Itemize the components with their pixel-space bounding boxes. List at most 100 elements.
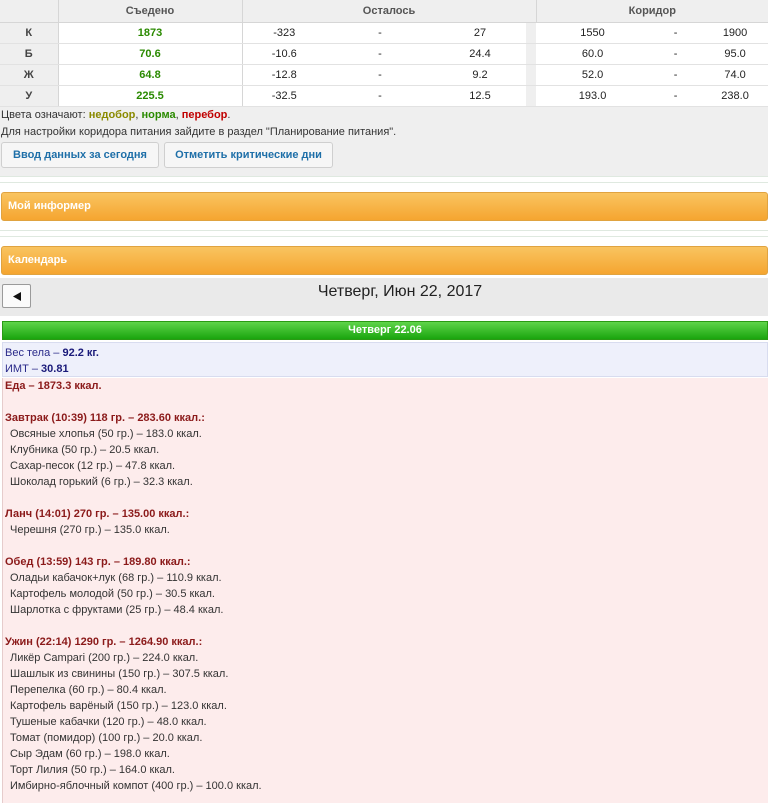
weight-sep: – xyxy=(50,347,63,359)
header-remaining: Осталось xyxy=(242,0,537,23)
food-item: Сыр Эдам (60 гр.) – 198.0 ккал. xyxy=(10,748,170,760)
food-item: Торт Лилия (50 гр.) – 164.0 ккал. xyxy=(10,764,175,776)
spacer-cell xyxy=(526,22,537,44)
eaten-value: 225.5 xyxy=(58,85,243,107)
previous-day-button[interactable] xyxy=(2,284,31,308)
bmi-value: 30.81 xyxy=(41,363,69,375)
eaten-value: 70.6 xyxy=(58,43,243,65)
eaten-value: 1873 xyxy=(58,22,243,44)
weight-label: Вес тела xyxy=(5,347,51,359)
remaining-to: 9.2 xyxy=(434,64,526,86)
nutrition-row: К 1873 -323-27 1550-1900 xyxy=(0,22,768,44)
remaining-separator: - xyxy=(326,43,434,65)
remaining-from: -323 xyxy=(242,22,326,44)
row-label: Б xyxy=(0,43,59,65)
corridor-hint: Для настройки коридора питания зайдите в… xyxy=(1,126,397,138)
food-item: Тушеные кабачки (120 гр.) – 48.0 ккал. xyxy=(10,716,207,728)
calendar-date-title: Четверг, Июн 22, 2017 xyxy=(317,283,483,300)
corridor-from: 52.0 xyxy=(536,64,650,86)
food-item: Томат (помидор) (100 гр.) – 20.0 ккал. xyxy=(10,732,203,744)
header-eaten: Съедено xyxy=(58,0,243,23)
food-log: Еда – 1873.3 ккал. Завтрак (10:39) 118 гр… xyxy=(2,378,768,803)
corridor-from: 1550 xyxy=(536,22,650,44)
meal-header: Завтрак (10:39) 118 гр. – 283.60 ккал.: xyxy=(5,412,205,424)
remaining-separator: - xyxy=(326,22,434,44)
food-item: Оладьи кабачок+лук (68 гр.) – 110.9 ккал… xyxy=(10,572,222,584)
row-label: К xyxy=(0,22,59,44)
row-label: Ж xyxy=(0,64,59,86)
nutrition-summary: Съедено Осталось Коридор К 1873 -323-27 155… xyxy=(0,0,768,176)
my-informer-title: Мой информер xyxy=(8,200,91,212)
remaining-to: 12.5 xyxy=(434,85,526,107)
remaining-to: 24.4 xyxy=(434,43,526,65)
meal-header: Ланч (14:01) 270 гр. – 135.00 ккал.: xyxy=(5,508,190,520)
corridor-separator: - xyxy=(649,64,703,86)
corridor-to: 95.0 xyxy=(702,43,768,65)
meal-header: Ужин (22:14) 1290 гр. – 1264.90 ккал.: xyxy=(5,636,203,648)
meal-header: Обед (13:59) 143 гр. – 189.80 ккал.: xyxy=(5,556,191,568)
my-informer-panel[interactable]: Мой информер xyxy=(1,192,768,221)
divider xyxy=(0,236,768,237)
corridor-separator: - xyxy=(649,85,703,107)
weight-line: Вес тела – 92.2 кг. xyxy=(5,345,767,361)
food-item: Шарлотка с фруктами (25 гр.) – 48.4 ккал… xyxy=(10,604,224,616)
legend-under: недобор xyxy=(88,109,136,121)
bmi-line: ИМТ – 30.81 xyxy=(5,361,767,377)
bmi-label: ИМТ xyxy=(5,363,29,375)
calendar-panel[interactable]: Календарь xyxy=(1,246,768,275)
eaten-value: 64.8 xyxy=(58,64,243,86)
food-item: Перепелка (60 гр.) – 80.4 ккал. xyxy=(10,684,167,696)
corridor-to: 1900 xyxy=(702,22,768,44)
food-total: Еда – 1873.3 ккал. xyxy=(5,380,102,392)
body-metrics: Вес тела – 92.2 кг. ИМТ – 30.81 xyxy=(2,342,768,377)
corridor-to: 238.0 xyxy=(702,85,768,107)
food-item: Картофель молодой (50 гр.) – 30.5 ккал. xyxy=(10,588,215,600)
divider xyxy=(0,230,768,231)
food-item: Сахар-песок (12 гр.) – 47.8 ккал. xyxy=(10,460,176,472)
corridor-from: 193.0 xyxy=(536,85,650,107)
remaining-separator: - xyxy=(326,85,434,107)
corridor-from: 60.0 xyxy=(536,43,650,65)
nutrition-row: Ж 64.8 -12.8-9.2 52.0-74.0 xyxy=(0,64,768,86)
spacer-cell xyxy=(526,64,537,86)
legend-over: перебор xyxy=(181,109,228,121)
food-item: Шашлык из свинины (150 гр.) – 307.5 ккал… xyxy=(10,668,229,680)
weight-value: 92.2 кг. xyxy=(62,347,99,359)
calendar-title: Календарь xyxy=(8,254,68,266)
legend-prefix: Цвета означают: xyxy=(1,109,89,121)
calendar-header: Четверг, Июн 22, 2017 xyxy=(0,278,768,316)
bmi-sep: – xyxy=(28,363,42,375)
enter-today-data-button[interactable]: Ввод данных за сегодня xyxy=(1,142,159,168)
remaining-separator: - xyxy=(326,64,434,86)
color-legend: Цвета означают: недобор, норма, перебор. xyxy=(1,109,230,121)
corner-cell xyxy=(0,0,59,23)
legend-norm: норма xyxy=(141,109,176,121)
spacer-cell xyxy=(526,43,537,65)
food-item: Ликёр Campari (200 гр.) – 224.0 ккал. xyxy=(10,652,199,664)
remaining-from: -32.5 xyxy=(242,85,326,107)
food-item: Овсяные хлопья (50 гр.) – 183.0 ккал. xyxy=(10,428,202,440)
nutrition-row: Б 70.6 -10.6-24.4 60.0-95.0 xyxy=(0,43,768,65)
remaining-from: -10.6 xyxy=(242,43,326,65)
left-triangle-icon xyxy=(12,291,21,301)
food-item: Шоколад горький (6 гр.) – 32.3 ккал. xyxy=(10,476,193,488)
legend-end: . xyxy=(227,109,231,121)
corridor-separator: - xyxy=(649,22,703,44)
corridor-separator: - xyxy=(649,43,703,65)
food-item: Имбирно-яблочный компот (400 гр.) – 100.… xyxy=(10,780,262,792)
row-label: У xyxy=(0,85,59,107)
divider xyxy=(0,176,768,177)
spacer-cell xyxy=(526,85,537,107)
nutrition-table: Съедено Осталось Коридор К 1873 -323-27 155… xyxy=(0,0,768,107)
mark-critical-days-button[interactable]: Отметить критические дни xyxy=(164,142,333,168)
food-item: Клубника (50 гр.) – 20.5 ккал. xyxy=(10,444,160,456)
day-bar: Четверг 22.06 xyxy=(2,321,768,340)
corridor-to: 74.0 xyxy=(702,64,768,86)
remaining-from: -12.8 xyxy=(242,64,326,86)
header-corridor: Коридор xyxy=(536,0,768,23)
food-item: Черешня (270 гр.) – 135.0 ккал. xyxy=(10,524,170,536)
food-item: Картофель варёный (150 гр.) – 123.0 ккал… xyxy=(10,700,227,712)
divider xyxy=(0,182,768,183)
nutrition-row: У 225.5 -32.5-12.5 193.0-238.0 xyxy=(0,85,768,107)
remaining-to: 27 xyxy=(434,22,526,44)
